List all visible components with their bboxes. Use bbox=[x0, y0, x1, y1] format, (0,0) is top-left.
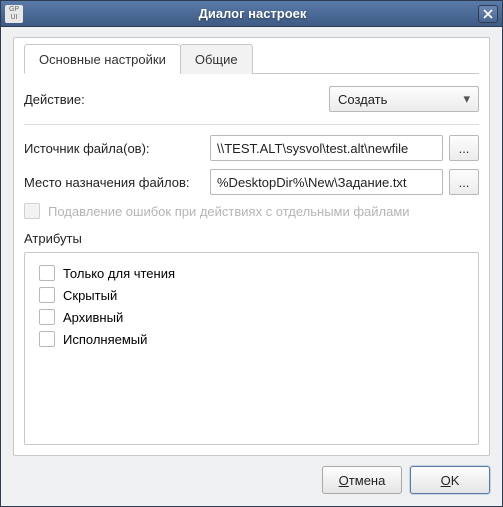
source-browse-button[interactable]: ... bbox=[449, 135, 479, 161]
cancel-rest: тмена bbox=[349, 473, 386, 488]
attr-readonly-row: Только для чтения bbox=[39, 265, 464, 281]
source-row: Источник файла(ов): ... bbox=[24, 135, 479, 161]
attr-hidden-row: Скрытый bbox=[39, 287, 464, 303]
action-value: Создать bbox=[338, 92, 387, 107]
titlebar: GP UI Диалог настроек bbox=[1, 1, 502, 27]
attr-archive-label: Архивный bbox=[63, 310, 123, 325]
suppress-errors-checkbox bbox=[24, 203, 40, 219]
action-label: Действие: bbox=[24, 92, 85, 107]
ok-button[interactable]: OK bbox=[410, 466, 490, 494]
attr-hidden-checkbox[interactable] bbox=[39, 287, 55, 303]
attr-exec-checkbox[interactable] bbox=[39, 331, 55, 347]
dest-row: Место назначения файлов: ... bbox=[24, 169, 479, 195]
attr-readonly-label: Только для чтения bbox=[63, 266, 175, 281]
dest-label: Место назначения файлов: bbox=[24, 175, 204, 190]
app-icon: GP UI bbox=[5, 5, 23, 23]
close-button[interactable] bbox=[478, 5, 498, 23]
attr-readonly-checkbox[interactable] bbox=[39, 265, 55, 281]
chevron-down-icon: ▾ bbox=[463, 91, 470, 107]
attr-archive-row: Архивный bbox=[39, 309, 464, 325]
close-icon bbox=[483, 9, 493, 19]
ok-rest: K bbox=[451, 473, 460, 488]
attributes-label: Атрибуты bbox=[24, 231, 479, 246]
footer: Отмена OK bbox=[13, 456, 490, 494]
separator bbox=[24, 124, 479, 125]
attr-hidden-label: Скрытый bbox=[63, 288, 117, 303]
attr-exec-row: Исполняемый bbox=[39, 331, 464, 347]
action-row: Действие: Создать ▾ bbox=[24, 86, 479, 112]
dest-input[interactable] bbox=[210, 169, 443, 195]
tab-bar: Основные настройки Общие bbox=[24, 44, 479, 74]
tab-content: Действие: Создать ▾ Источник файла(ов): … bbox=[24, 74, 479, 445]
settings-dialog: GP UI Диалог настроек Основные настройки… bbox=[0, 0, 503, 507]
suppress-errors-row: Подавление ошибок при действиях с отдель… bbox=[24, 203, 479, 219]
content-panel: Основные настройки Общие Действие: Созда… bbox=[13, 37, 490, 456]
source-label: Источник файла(ов): bbox=[24, 141, 204, 156]
tab-main-settings[interactable]: Основные настройки bbox=[24, 44, 181, 74]
source-input[interactable] bbox=[210, 135, 443, 161]
action-combo[interactable]: Создать ▾ bbox=[329, 86, 479, 112]
window-title: Диалог настроек bbox=[27, 6, 478, 21]
dest-browse-button[interactable]: ... bbox=[449, 169, 479, 195]
attr-archive-checkbox[interactable] bbox=[39, 309, 55, 325]
dialog-body: Основные настройки Общие Действие: Созда… bbox=[1, 27, 502, 506]
attributes-group: Только для чтения Скрытый Архивный Испол… bbox=[24, 252, 479, 445]
attr-exec-label: Исполняемый bbox=[63, 332, 147, 347]
cancel-button[interactable]: Отмена bbox=[322, 466, 402, 494]
suppress-errors-label: Подавление ошибок при действиях с отдель… bbox=[48, 204, 410, 219]
tab-general[interactable]: Общие bbox=[180, 44, 253, 74]
